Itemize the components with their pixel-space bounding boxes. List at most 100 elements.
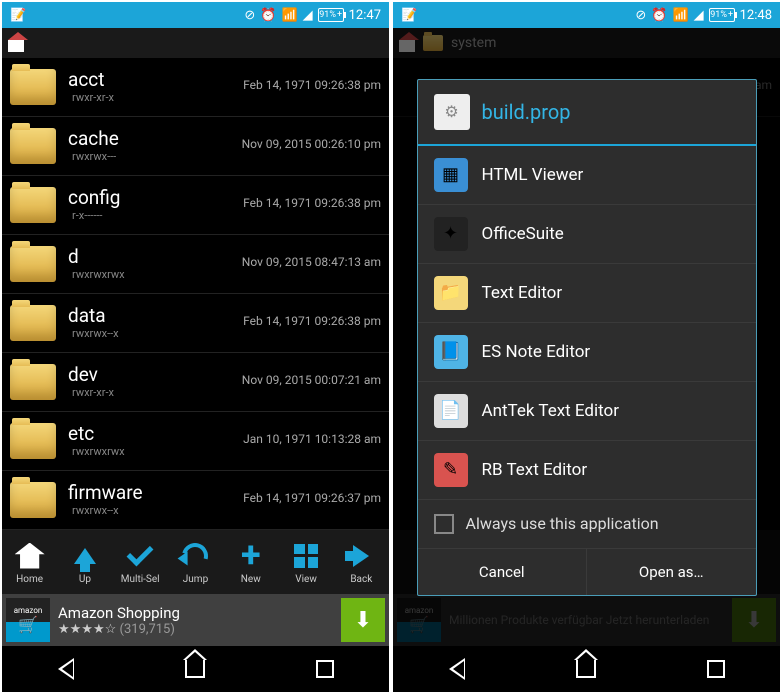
file-row[interactable]: d rwxrwxrwx Nov 09, 2015 08:47:13 am bbox=[2, 235, 389, 294]
file-name: acct bbox=[68, 70, 231, 89]
file-date: Nov 09, 2015 00:07:21 am bbox=[242, 373, 381, 387]
nav-recent-icon[interactable] bbox=[707, 660, 725, 678]
toolbar: HomeUpMulti-SelJump+NewViewBack bbox=[2, 530, 389, 594]
app-name: RB Text Editor bbox=[482, 460, 588, 480]
folder-icon bbox=[10, 423, 56, 459]
battery-icon: 91%+ bbox=[709, 8, 735, 22]
app-name: OfficeSuite bbox=[482, 224, 564, 244]
file-date: Feb 14, 1971 09:26:37 pm bbox=[243, 491, 381, 505]
cancel-button[interactable]: Cancel bbox=[418, 549, 588, 595]
jump-icon bbox=[179, 540, 211, 572]
view-icon bbox=[290, 540, 322, 572]
back-icon bbox=[345, 540, 377, 572]
file-date: Feb 14, 1971 09:26:38 pm bbox=[243, 78, 381, 92]
modal-overlay[interactable]: ⚙ build.prop ▦ HTML Viewer✦ OfficeSuite📁… bbox=[393, 28, 780, 646]
file-icon: ⚙ bbox=[434, 94, 470, 130]
file-row[interactable]: acct rwxr-xr-x Feb 14, 1971 09:26:38 pm bbox=[2, 58, 389, 117]
no-sim-icon: ⊘ bbox=[635, 8, 646, 23]
phone-right: 📝 ⊘ ⏰ 📶 ◢ 91%+ 12:48 system rwxrwx--- Ja… bbox=[393, 2, 780, 692]
folder-icon bbox=[10, 364, 56, 400]
file-date: Nov 09, 2015 00:26:10 pm bbox=[242, 137, 381, 151]
nav-home-icon[interactable] bbox=[576, 660, 596, 678]
view-button[interactable]: View bbox=[279, 540, 333, 585]
folder-icon bbox=[10, 482, 56, 518]
file-row[interactable]: firmware rwxrwx--x Feb 14, 1971 09:26:37… bbox=[2, 471, 389, 530]
new-icon: + bbox=[235, 540, 267, 572]
file-date: Jan 10, 1971 10:13:28 am bbox=[243, 432, 381, 446]
android-navbar bbox=[2, 646, 389, 692]
file-permissions: rwxr-xr-x bbox=[72, 386, 230, 399]
clock: 12:47 bbox=[349, 8, 381, 23]
signal-icon: ◢ bbox=[303, 8, 313, 23]
wifi-icon: 📶 bbox=[672, 8, 688, 23]
app-option[interactable]: 📘 ES Note Editor bbox=[418, 323, 756, 382]
nav-recent-icon[interactable] bbox=[316, 660, 334, 678]
app-icon: ✦ bbox=[434, 217, 468, 251]
file-name: d bbox=[68, 247, 230, 266]
file-row[interactable]: data rwxrwx--x Feb 14, 1971 09:26:38 pm bbox=[2, 294, 389, 353]
file-name: etc bbox=[68, 424, 231, 443]
app-option[interactable]: ✦ OfficeSuite bbox=[418, 205, 756, 264]
multisel-icon bbox=[124, 540, 156, 572]
up-icon bbox=[69, 540, 101, 572]
open-as-button[interactable]: Open as… bbox=[587, 549, 756, 595]
home-icon bbox=[14, 540, 46, 572]
ad-banner[interactable]: amazon🛒 Amazon Shopping ★★★★☆ (319,715) … bbox=[2, 594, 389, 646]
app-option[interactable]: 📄 AntTek Text Editor bbox=[418, 382, 756, 441]
file-name: cache bbox=[68, 129, 230, 148]
notepad-icon: 📝 bbox=[10, 8, 26, 23]
home-path-icon[interactable] bbox=[8, 34, 24, 52]
file-permissions: rwxrwxrwx bbox=[72, 268, 230, 281]
ad-download-button[interactable]: ⬇ bbox=[341, 598, 385, 642]
file-date: Feb 14, 1971 09:26:38 pm bbox=[243, 314, 381, 328]
file-date: Feb 14, 1971 09:26:38 pm bbox=[243, 196, 381, 210]
status-bar: 📝 ⊘ ⏰ 📶 ◢ 91%+ 12:47 bbox=[2, 2, 389, 28]
app-icon: ✎ bbox=[434, 453, 468, 487]
file-row[interactable]: etc rwxrwxrwx Jan 10, 1971 10:13:28 am bbox=[2, 412, 389, 471]
android-navbar bbox=[393, 646, 780, 692]
nav-home-icon[interactable] bbox=[185, 660, 205, 678]
app-name: Text Editor bbox=[482, 283, 563, 303]
folder-icon bbox=[10, 187, 56, 223]
back-button[interactable]: Back bbox=[334, 540, 388, 585]
file-row[interactable]: cache rwxrwx--- Nov 09, 2015 00:26:10 pm bbox=[2, 117, 389, 176]
always-use-row[interactable]: Always use this application bbox=[418, 500, 756, 549]
folder-icon bbox=[10, 69, 56, 105]
file-name: dev bbox=[68, 365, 230, 384]
path-bar[interactable] bbox=[2, 28, 389, 58]
file-row[interactable]: dev rwxr-xr-x Nov 09, 2015 00:07:21 am bbox=[2, 353, 389, 412]
nav-back-icon[interactable] bbox=[449, 658, 465, 680]
file-permissions: rwxrwxrwx bbox=[72, 445, 231, 458]
clock: 12:48 bbox=[740, 8, 772, 23]
nav-back-icon[interactable] bbox=[58, 658, 74, 680]
status-bar: 📝 ⊘ ⏰ 📶 ◢ 91%+ 12:48 bbox=[393, 2, 780, 28]
folder-icon bbox=[10, 246, 56, 282]
file-permissions: rwxrwx--x bbox=[72, 327, 231, 340]
file-date: Nov 09, 2015 08:47:13 am bbox=[242, 255, 381, 269]
up-button[interactable]: Up bbox=[58, 540, 112, 585]
app-name: AntTek Text Editor bbox=[482, 401, 620, 421]
app-option[interactable]: ▦ HTML Viewer bbox=[418, 146, 756, 205]
dialog-title: build.prop bbox=[482, 100, 571, 124]
file-name: firmware bbox=[68, 483, 231, 502]
home-button[interactable]: Home bbox=[3, 540, 57, 585]
multisel-button[interactable]: Multi-Sel bbox=[113, 540, 167, 585]
notepad-icon: 📝 bbox=[401, 8, 417, 23]
open-with-dialog: ⚙ build.prop ▦ HTML Viewer✦ OfficeSuite📁… bbox=[417, 79, 757, 596]
battery-icon: 91%+ bbox=[318, 8, 344, 22]
phone-left: 📝 ⊘ ⏰ 📶 ◢ 91%+ 12:47 acct rwxr-xr-x Feb … bbox=[2, 2, 389, 692]
app-option[interactable]: ✎ RB Text Editor bbox=[418, 441, 756, 500]
jump-button[interactable]: Jump bbox=[168, 540, 222, 585]
app-option[interactable]: 📁 Text Editor bbox=[418, 264, 756, 323]
folder-icon bbox=[10, 305, 56, 341]
file-row[interactable]: config r-x------ Feb 14, 1971 09:26:38 p… bbox=[2, 176, 389, 235]
app-icon: ▦ bbox=[434, 158, 468, 192]
always-checkbox[interactable] bbox=[434, 514, 454, 534]
app-icon: 📄 bbox=[434, 394, 468, 428]
new-button[interactable]: +New bbox=[224, 540, 278, 585]
alarm-icon: ⏰ bbox=[260, 8, 276, 23]
file-permissions: rwxr-xr-x bbox=[72, 91, 231, 104]
wifi-icon: 📶 bbox=[281, 8, 297, 23]
file-permissions: r-x------ bbox=[72, 209, 231, 222]
alarm-icon: ⏰ bbox=[651, 8, 667, 23]
